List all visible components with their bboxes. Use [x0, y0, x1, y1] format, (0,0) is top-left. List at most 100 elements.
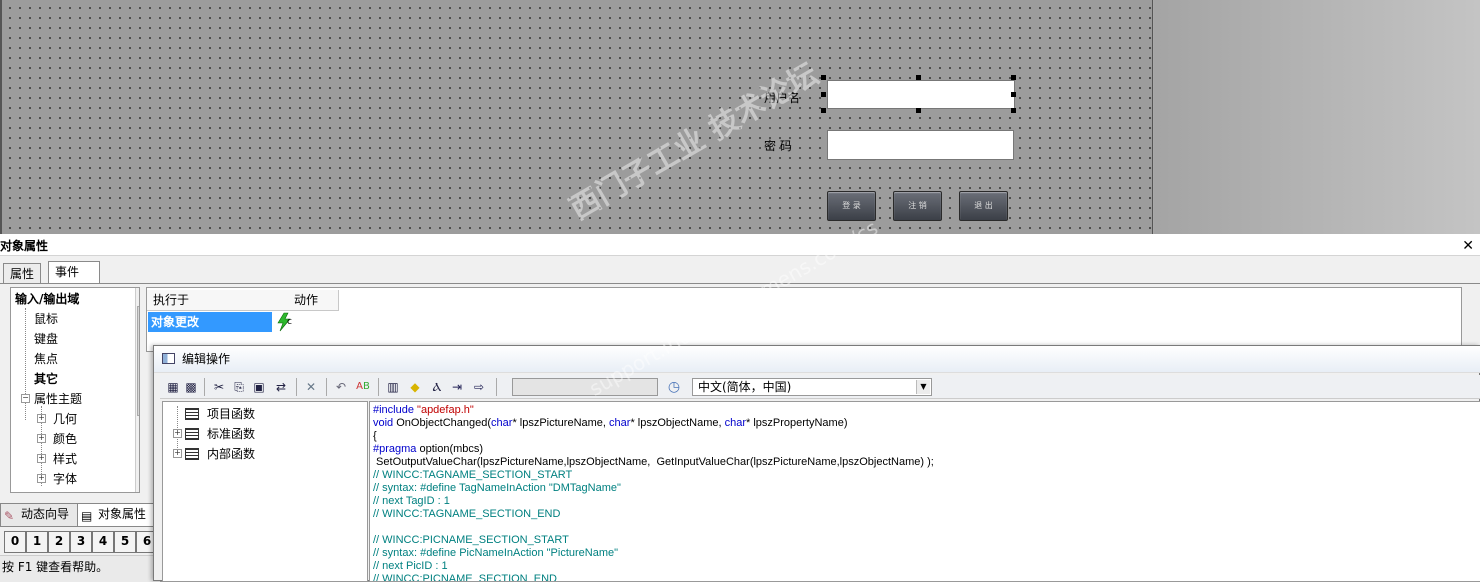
dropdown-arrow-icon[interactable]: ▼ — [916, 380, 930, 394]
action-type-c: c — [287, 317, 292, 327]
export-icon[interactable]: ⇨ — [470, 378, 488, 396]
tree-item-io-field[interactable]: 输入/输出域 — [15, 290, 79, 307]
expand-icon[interactable]: + — [37, 414, 46, 423]
username-field[interactable] — [827, 80, 1015, 109]
wand-icon: ✎ — [4, 509, 15, 523]
dialog-window-icon — [162, 353, 175, 364]
language-select[interactable]: 中文(简体，中国) ▼ — [692, 378, 932, 396]
tree-item-colors[interactable]: 颜色 — [53, 430, 77, 447]
language-value: 中文(简体，中国) — [698, 380, 792, 394]
tab-properties[interactable]: 属性 — [3, 263, 42, 284]
layer-button-4[interactable]: 4 — [92, 531, 114, 553]
expand-icon[interactable]: + — [173, 449, 182, 458]
compile-icon[interactable]: ▦ — [164, 378, 182, 396]
canvas-outside-area — [1154, 0, 1480, 234]
tree-item-style[interactable]: 样式 — [53, 450, 77, 467]
undo-icon[interactable]: ↶ — [332, 378, 350, 396]
print-icon[interactable]: ▩ — [182, 378, 200, 396]
code-line[interactable]: // syntax: #define TagNameInAction "DMTa… — [373, 482, 1477, 495]
code-token: SetOutputValueChar(lpszPictureName,lpszO… — [373, 456, 934, 468]
code-line[interactable]: // syntax: #define PicNameInAction "Pict… — [373, 547, 1477, 560]
close-icon[interactable]: ✕ — [1462, 235, 1474, 257]
tag-icon[interactable]: ▥ — [384, 378, 402, 396]
code-token: char — [491, 417, 513, 429]
selection-handle[interactable] — [821, 92, 826, 97]
collapse-icon[interactable]: − — [21, 394, 30, 403]
code-line[interactable]: { — [373, 430, 1477, 443]
code-line[interactable]: // next PicID : 1 — [373, 560, 1477, 573]
code-line[interactable]: // WINCC:PICNAME_SECTION_START — [373, 534, 1477, 547]
code-line[interactable]: #include "apdefap.h" — [373, 404, 1477, 417]
grid-icon: ▤ — [81, 509, 93, 523]
code-line[interactable]: // WINCC:TAGNAME_SECTION_END — [373, 508, 1477, 521]
code-line[interactable]: void OnObjectChanged(char* lpszPictureNa… — [373, 417, 1477, 430]
tree-item-property-topics[interactable]: 属性主题 — [34, 390, 82, 407]
tree-item-keyboard[interactable]: 键盘 — [34, 330, 58, 347]
expand-icon[interactable]: + — [37, 474, 46, 483]
selection-handle[interactable] — [916, 108, 921, 113]
import-icon[interactable]: ⇥ — [448, 378, 466, 396]
tree-item-mouse[interactable]: 鼠标 — [34, 310, 58, 327]
tree-item-geometry[interactable]: 几何 — [53, 410, 77, 427]
code-line[interactable]: // next TagID : 1 — [373, 495, 1477, 508]
layer-button-2[interactable]: 2 — [48, 531, 70, 553]
lightning-icon[interactable] — [275, 312, 295, 332]
selection-handle[interactable] — [1011, 92, 1016, 97]
login-button[interactable]: 登 录 — [827, 191, 876, 221]
selection-handle[interactable] — [821, 108, 826, 113]
tree-item-project-functions[interactable]: 项目函数 — [207, 405, 255, 422]
spell-icon[interactable]: AB — [354, 378, 372, 396]
code-line[interactable]: #pragma option(mbcs) — [373, 443, 1477, 456]
function-folder-icon — [185, 408, 199, 420]
code-line[interactable] — [373, 521, 1477, 534]
selection-handle[interactable] — [1011, 108, 1016, 113]
expand-icon[interactable]: + — [37, 434, 46, 443]
copy-icon[interactable]: ⎘ — [230, 378, 248, 396]
tab-events[interactable]: 事件 — [48, 261, 100, 284]
code-line[interactable]: SetOutputValueChar(lpszPictureName,lpszO… — [373, 456, 1477, 469]
event-tree[interactable]: 输入/输出域 鼠标 键盘 焦点 其它 − 属性主题 + 几何 + 颜色 + 样式… — [10, 287, 140, 493]
event-row-object-change[interactable]: 对象更改 — [148, 312, 272, 332]
scroll-up-icon[interactable]: ▲ — [139, 291, 140, 300]
tree-item-font[interactable]: 字体 — [53, 470, 77, 487]
tab-label: 动态向导 — [21, 507, 70, 521]
layer-button-1[interactable]: 1 — [26, 531, 48, 553]
cut-icon[interactable]: ✂ — [210, 378, 228, 396]
design-canvas[interactable]: 用户名 密 码 登 录 注 销 退 出 — [0, 0, 1153, 234]
logout-button[interactable]: 注 销 — [893, 191, 942, 221]
password-field[interactable] — [827, 130, 1014, 160]
bottom-tabs: ✎ 动态向导 ▤ 对象属性 — [0, 503, 174, 527]
tree-item-other[interactable]: 其它 — [34, 370, 58, 387]
code-token: option(mbcs) — [416, 443, 484, 455]
exit-button[interactable]: 退 出 — [959, 191, 1008, 221]
code-token: // next PicID : 1 — [373, 560, 448, 572]
scroll-thumb[interactable] — [137, 306, 139, 416]
code-editor[interactable]: #include "apdefap.h" void OnObjectChanged… — [369, 401, 1480, 582]
tree-item-focus[interactable]: 焦点 — [34, 350, 58, 367]
expand-icon[interactable]: + — [37, 454, 46, 463]
replace-icon[interactable]: ⇄ — [272, 378, 290, 396]
selection-handle[interactable] — [1011, 75, 1016, 80]
paste-icon[interactable]: ▣ — [250, 378, 268, 396]
delete-icon[interactable]: ✕ — [302, 378, 320, 396]
function-folder-icon — [185, 448, 199, 460]
editor-toolbar: ▦ ▩ ✂ ⎘ ▣ ⇄ ✕ ↶ AB ▥ ◆ Ⲁ ⇥ ⇨ ◷ 中文(简体，中国)… — [160, 375, 1480, 399]
cube-icon[interactable]: ◆ — [406, 378, 424, 396]
pointer-icon[interactable]: Ⲁ — [428, 378, 446, 396]
layer-button-5[interactable]: 5 — [114, 531, 136, 553]
tree-scrollbar[interactable]: ▲ ▼ — [135, 288, 140, 492]
selection-handle[interactable] — [821, 75, 826, 80]
trigger-field[interactable] — [512, 378, 658, 396]
function-tree[interactable]: 项目函数 + 标准函数 + 内部函数 — [162, 401, 368, 582]
tree-item-internal-functions[interactable]: 内部函数 — [207, 445, 255, 462]
tree-item-standard-functions[interactable]: 标准函数 — [207, 425, 255, 442]
edit-action-dialog: 编辑操作 ▦ ▩ ✂ ⎘ ▣ ⇄ ✕ ↶ AB ▥ ◆ Ⲁ ⇥ ⇨ ◷ 中文(简… — [153, 345, 1480, 582]
layer-button-0[interactable]: 0 — [4, 531, 26, 553]
selection-handle[interactable] — [916, 75, 921, 80]
scroll-down-icon[interactable]: ▼ — [139, 478, 140, 487]
layer-button-3[interactable]: 3 — [70, 531, 92, 553]
clock-icon[interactable]: ◷ — [665, 378, 683, 396]
code-line[interactable]: // WINCC:TAGNAME_SECTION_START — [373, 469, 1477, 482]
expand-icon[interactable]: + — [173, 429, 182, 438]
code-token: // WINCC:TAGNAME_SECTION_END — [373, 508, 561, 520]
